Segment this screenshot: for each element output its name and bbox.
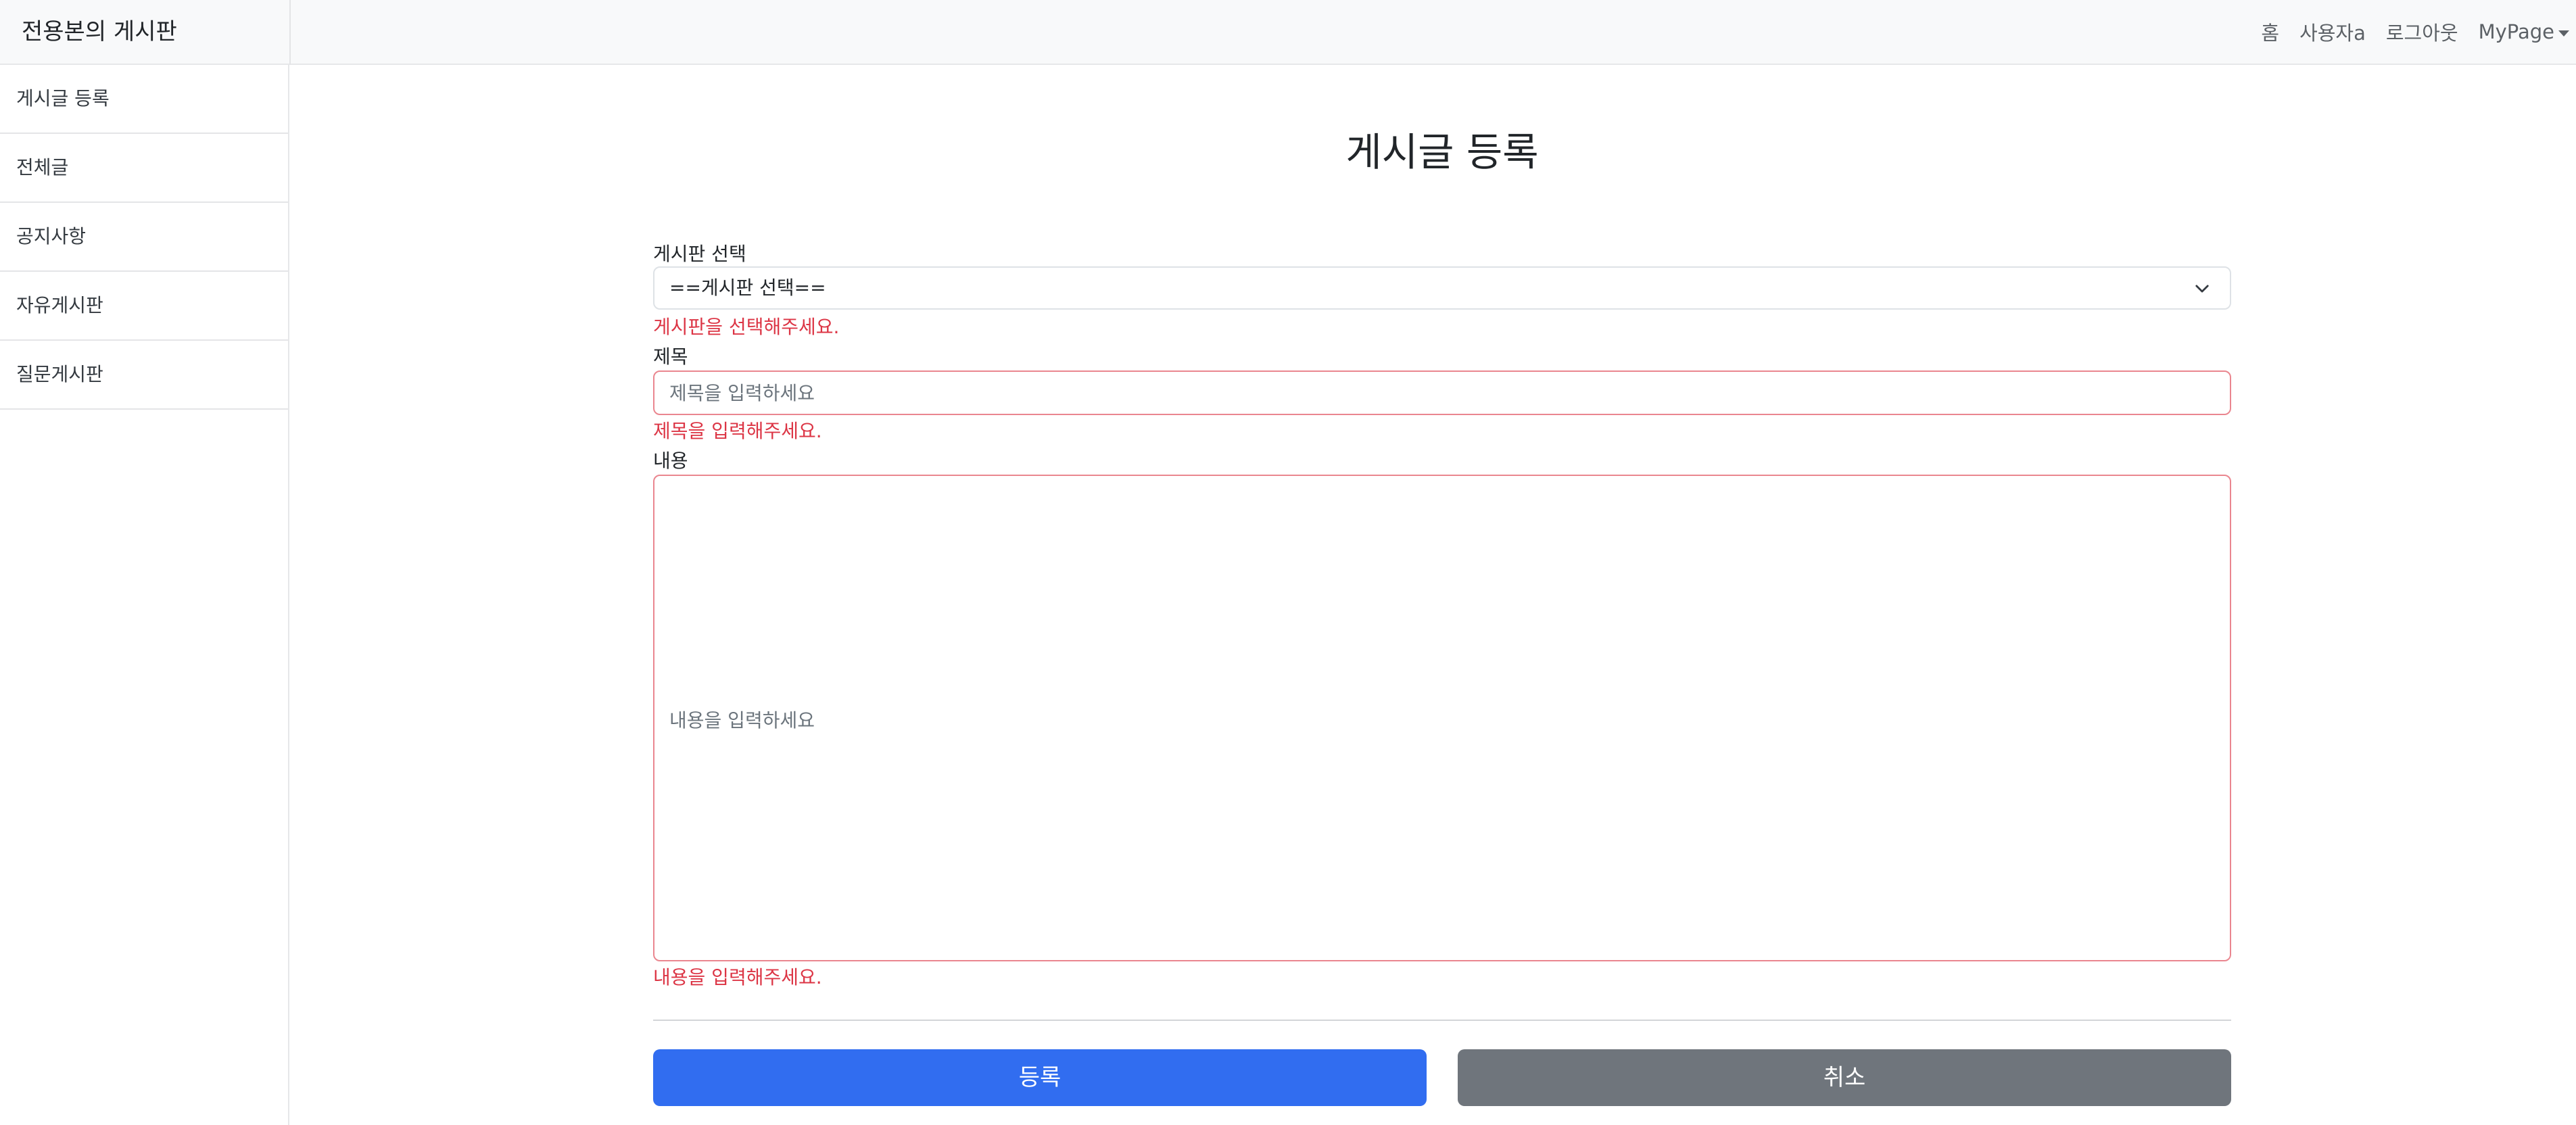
sidebar-item-write-post[interactable]: 게시글 등록 (0, 65, 288, 134)
chevron-down-icon (2195, 285, 2209, 293)
sidebar-item-all-posts[interactable]: 전체글 (0, 134, 288, 203)
board-select-value: ==게시판 선택== (669, 277, 826, 299)
board-select-label: 게시판 선택 (653, 243, 746, 265)
subject-label: 제목 (653, 345, 688, 368)
content-placeholder: 내용을 입력하세요 (669, 709, 815, 732)
caret-down-icon (2558, 30, 2569, 37)
main-content: 게시글 등록 게시판 선택 ==게시판 선택== 게시판을 선택해주세요. 제목… (653, 65, 2231, 1125)
nav-logout-link[interactable]: 로그아웃 (2386, 18, 2458, 46)
sidebar-item-qna-board[interactable]: 질문게시판 (0, 341, 288, 410)
navbar-divider (289, 0, 291, 65)
form-divider (653, 1020, 2231, 1021)
nav-links: 홈 사용자a 로그아웃 MyPage (2261, 0, 2569, 64)
cancel-button[interactable]: 취소 (1458, 1049, 2231, 1106)
nav-home-link[interactable]: 홈 (2261, 18, 2279, 46)
content-label: 내용 (653, 450, 688, 472)
content-textarea[interactable]: 내용을 입력하세요 (653, 475, 2231, 961)
submit-button[interactable]: 등록 (653, 1049, 1427, 1106)
brand-title[interactable]: 전용본의 게시판 (22, 0, 177, 64)
top-navbar: 전용본의 게시판 홈 사용자a 로그아웃 MyPage (0, 0, 2576, 65)
page-title: 게시글 등록 (1345, 129, 1539, 175)
sidebar-item-free-board[interactable]: 자유게시판 (0, 272, 288, 341)
nav-user-link[interactable]: 사용자a (2299, 18, 2366, 46)
board-select[interactable]: ==게시판 선택== (653, 266, 2231, 310)
board-select-error: 게시판을 선택해주세요. (653, 316, 840, 338)
nav-mypage-label: MyPage (2478, 20, 2554, 43)
nav-mypage-dropdown[interactable]: MyPage (2479, 20, 2569, 43)
sidebar-item-notice[interactable]: 공지사항 (0, 203, 288, 272)
sidebar: 게시글 등록 전체글 공지사항 자유게시판 질문게시판 (0, 65, 289, 1125)
subject-error: 제목을 입력해주세요. (653, 420, 822, 442)
subject-input[interactable] (653, 370, 2231, 415)
content-error: 내용을 입력해주세요. (653, 966, 822, 988)
